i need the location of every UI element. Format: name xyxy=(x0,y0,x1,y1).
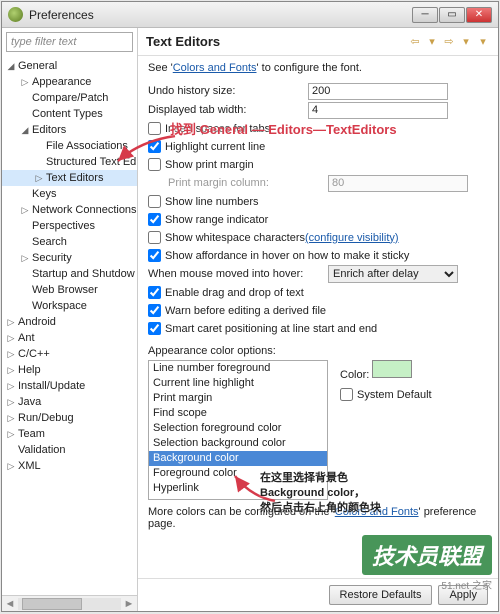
tree-item[interactable]: ▷Text Editors xyxy=(2,170,137,186)
undo-label: Undo history size: xyxy=(148,85,308,97)
undo-input[interactable] xyxy=(308,83,448,100)
color-option[interactable]: Line number foreground xyxy=(149,361,327,376)
tree-item[interactable]: ◢Editors xyxy=(2,122,137,138)
color-option[interactable]: Find scope xyxy=(149,406,327,421)
tree-item[interactable]: Search xyxy=(2,234,137,250)
insert-spaces-checkbox[interactable] xyxy=(148,122,161,135)
tree-item[interactable]: ▷C/C++ xyxy=(2,346,137,362)
hover-label: When mouse moved into hover: xyxy=(148,268,328,280)
line-numbers-checkbox[interactable] xyxy=(148,195,161,208)
tree-item[interactable]: ▷Appearance xyxy=(2,74,137,90)
tree-item[interactable]: Structured Text Ed xyxy=(2,154,137,170)
dragdrop-checkbox[interactable] xyxy=(148,286,161,299)
sidebar: type filter text ◢General▷AppearanceComp… xyxy=(2,28,138,611)
color-option[interactable]: Foreground color xyxy=(149,466,327,481)
affordance-checkbox[interactable] xyxy=(148,249,161,262)
tree-item[interactable]: Workspace xyxy=(2,298,137,314)
apply-button[interactable]: Apply xyxy=(438,585,488,605)
tree-item[interactable]: ◢General xyxy=(2,58,137,74)
print-margin-checkbox[interactable] xyxy=(148,158,161,171)
tree-item[interactable]: ▷Android xyxy=(2,314,137,330)
caret-checkbox[interactable] xyxy=(148,322,161,335)
color-option[interactable]: Selection background color xyxy=(149,436,327,451)
window-title: Preferences xyxy=(29,8,412,22)
configure-visibility-link[interactable]: (configure visibility) xyxy=(305,232,399,244)
range-indicator-checkbox[interactable] xyxy=(148,213,161,226)
tree-item[interactable]: ▷Network Connections xyxy=(2,202,137,218)
colors-fonts-link-2[interactable]: Colors and Fonts xyxy=(335,506,419,518)
tree-item[interactable]: ▷Ant xyxy=(2,330,137,346)
dropdown-icon[interactable]: ▾ xyxy=(459,35,473,49)
horizontal-scrollbar[interactable]: ◄► xyxy=(2,595,137,611)
color-label: Color: xyxy=(340,369,369,381)
tree-item[interactable]: Web Browser xyxy=(2,282,137,298)
colors-fonts-link[interactable]: Colors and Fonts xyxy=(173,62,257,74)
color-swatch[interactable] xyxy=(372,360,412,378)
tree-item[interactable]: ▷XML xyxy=(2,458,137,474)
color-option[interactable]: Selection foreground color xyxy=(149,421,327,436)
intro-text: See 'Colors and Fonts' to configure the … xyxy=(148,62,488,74)
forward-icon[interactable]: ⇨ xyxy=(442,35,456,49)
preference-tree[interactable]: ◢General▷AppearanceCompare/PatchContent … xyxy=(2,56,137,595)
tree-item[interactable]: Compare/Patch xyxy=(2,90,137,106)
tree-item[interactable]: Content Types xyxy=(2,106,137,122)
system-default-checkbox[interactable] xyxy=(340,388,353,401)
color-section-label: Appearance color options: xyxy=(148,345,488,357)
app-icon xyxy=(8,7,23,22)
whitespace-checkbox[interactable] xyxy=(148,231,161,244)
back-icon[interactable]: ⇦ xyxy=(408,35,422,49)
dropdown-icon[interactable]: ▾ xyxy=(425,35,439,49)
derived-checkbox[interactable] xyxy=(148,304,161,317)
tab-label: Displayed tab width: xyxy=(148,104,308,116)
color-option[interactable]: Background color xyxy=(149,451,327,466)
color-option[interactable]: Current line highlight xyxy=(149,376,327,391)
restore-defaults-button[interactable]: Restore Defaults xyxy=(329,585,433,605)
filter-input[interactable]: type filter text xyxy=(6,32,133,52)
highlight-line-checkbox[interactable] xyxy=(148,140,161,153)
print-col-label: Print margin column: xyxy=(168,177,328,189)
tree-item[interactable]: Keys xyxy=(2,186,137,202)
titlebar: Preferences ─ ▭ ✕ xyxy=(2,2,498,28)
footer-note: More colors can be configured on the 'Co… xyxy=(148,506,488,530)
color-option[interactable]: Print margin xyxy=(149,391,327,406)
tab-input[interactable] xyxy=(308,102,448,119)
menu-icon[interactable]: ▾ xyxy=(476,35,490,49)
tree-item[interactable]: ▷Java xyxy=(2,394,137,410)
tree-item[interactable]: File Associations xyxy=(2,138,137,154)
tree-item[interactable]: ▷Run/Debug xyxy=(2,410,137,426)
print-col-input xyxy=(328,175,468,192)
minimize-button[interactable]: ─ xyxy=(412,7,438,23)
page-title: Text Editors xyxy=(146,34,408,49)
tree-item[interactable]: ▷Install/Update xyxy=(2,378,137,394)
maximize-button[interactable]: ▭ xyxy=(439,7,465,23)
tree-item[interactable]: Validation xyxy=(2,442,137,458)
tree-item[interactable]: Startup and Shutdow xyxy=(2,266,137,282)
tree-item[interactable]: ▷Security xyxy=(2,250,137,266)
tree-item[interactable]: Perspectives xyxy=(2,218,137,234)
hover-select[interactable]: Enrich after delay xyxy=(328,265,458,283)
color-options-list[interactable]: Line number foregroundCurrent line highl… xyxy=(148,360,328,500)
close-button[interactable]: ✕ xyxy=(466,7,492,23)
color-option[interactable]: Hyperlink xyxy=(149,481,327,496)
tree-item[interactable]: ▷Help xyxy=(2,362,137,378)
tree-item[interactable]: ▷Team xyxy=(2,426,137,442)
